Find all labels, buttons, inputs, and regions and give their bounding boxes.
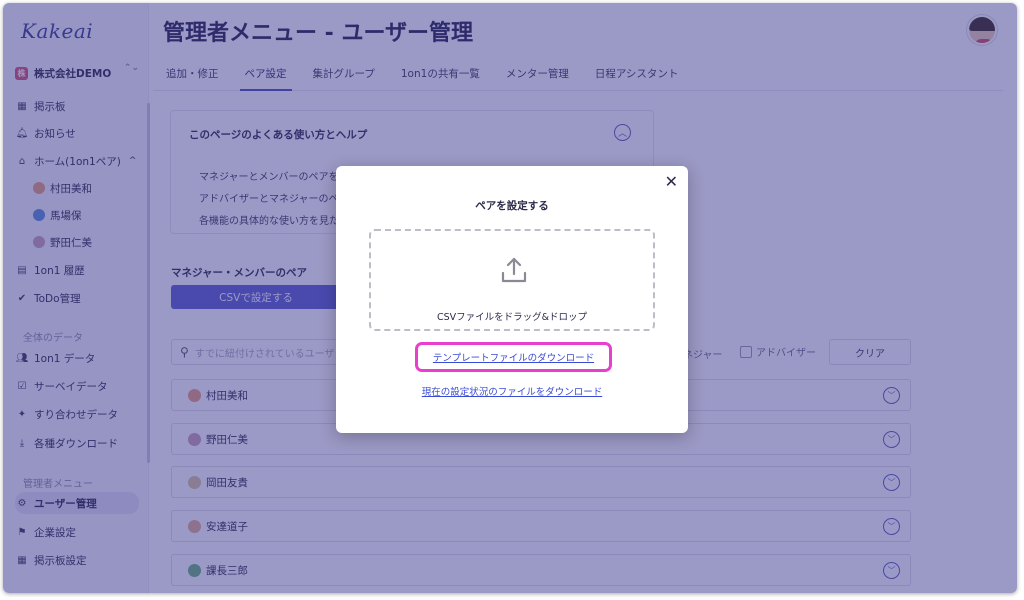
csv-dropzone[interactable]: CSVファイルをドラッグ&ドロップ <box>369 229 655 331</box>
modal-title: ペアを設定する <box>475 200 549 212</box>
close-icon[interactable]: ✕ <box>665 172 678 191</box>
dropzone-label: CSVファイルをドラッグ&ドロップ <box>436 312 588 323</box>
pair-settings-modal: ✕ ペアを設定する CSVファイルをドラッグ&ドロップ テンプレートファイルのダ… <box>336 166 688 433</box>
app-window: Kakeai 株 株式会社DEMO ⌃⌄ ▦掲示板 🔔︎お知らせ ⌂ホーム(1o… <box>3 3 1017 593</box>
upload-icon <box>501 257 527 283</box>
template-download-link[interactable]: テンプレートファイルのダウンロード <box>433 350 594 364</box>
current-settings-download-link[interactable]: 現在の設定状況のファイルをダウンロード <box>336 384 688 398</box>
highlight-box: テンプレートファイルのダウンロード <box>415 342 612 372</box>
